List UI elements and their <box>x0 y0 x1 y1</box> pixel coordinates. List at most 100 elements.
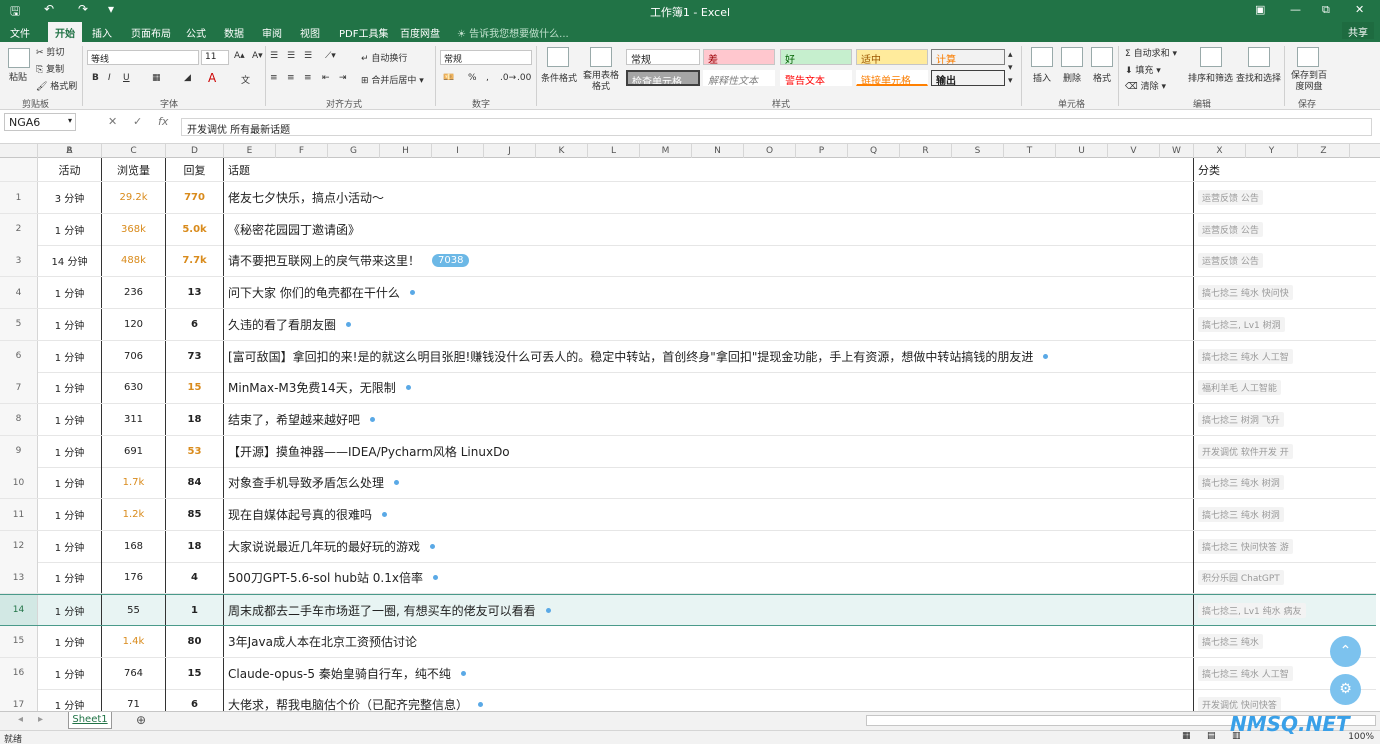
header-category[interactable]: 分类 <box>1194 158 1376 181</box>
increase-indent-icon[interactable]: ⇥ <box>339 73 347 83</box>
topic-cell[interactable]: 大家说说最近几年玩的最好玩的游戏 <box>224 530 1194 562</box>
zoom-level[interactable]: 100% <box>1348 732 1374 742</box>
column-header-o[interactable]: O <box>744 144 796 158</box>
table-row[interactable]: 21 分钟 368k 5.0k 《秘密花园园丁邀请函》 运营反馈 公告 <box>0 213 1376 246</box>
category-tags[interactable]: 开发调优 软件开发 开 <box>1198 443 1293 459</box>
enter-icon[interactable]: ✓ <box>133 115 142 128</box>
replies-cell[interactable]: 1 <box>166 595 224 626</box>
table-format-button[interactable]: 套用表格格式 <box>580 71 622 93</box>
category-cell[interactable]: 运营反馈 公告 <box>1194 214 1376 245</box>
share-button[interactable]: 共享 <box>1342 22 1374 39</box>
row-number[interactable]: 1 <box>0 182 38 213</box>
table-row[interactable]: 11 1 分钟 1.2k 85 现在自媒体起号真的很难吗 搞七捻三 纯水 树洞 <box>0 499 1376 531</box>
row-number[interactable]: 3 <box>0 245 38 277</box>
category-tags[interactable]: 搞七捻三 纯水 树洞 <box>1198 475 1284 491</box>
column-header-r[interactable]: R <box>900 144 952 158</box>
activity-cell[interactable]: 1 分钟 <box>38 340 102 372</box>
merge-center-button[interactable]: ⊞ 合并后居中 ▾ <box>361 73 424 86</box>
style-warning[interactable]: 警告文本 <box>780 70 852 86</box>
category-cell[interactable]: 搞七捻三, Lv1 纯水 病友 <box>1194 595 1376 625</box>
number-format-select[interactable]: 常规 <box>440 50 532 65</box>
align-left-icon[interactable]: ≡ <box>270 73 278 83</box>
topic-link[interactable]: 【开源】摸鱼神器——IDEA/Pycharm风格 LinuxDo <box>228 443 510 460</box>
topic-link[interactable]: 现在自媒体起号真的很难吗 <box>228 506 372 523</box>
delete-cells-icon[interactable] <box>1061 47 1083 67</box>
decrease-indent-icon[interactable]: ⇤ <box>322 73 330 83</box>
style-normal[interactable]: 常规 <box>626 49 700 65</box>
topic-cell[interactable]: 3年Java成人本在北京工资预估讨论 <box>224 625 1194 657</box>
views-cell[interactable]: 1.4k <box>102 625 166 657</box>
align-right-icon[interactable]: ≡ <box>304 73 312 83</box>
restore-icon[interactable]: ⧉ <box>1322 3 1330 17</box>
category-cell[interactable]: 福利羊毛 人工智能 <box>1194 372 1376 403</box>
topic-link[interactable]: 大家说说最近几年玩的最好玩的游戏 <box>228 538 420 555</box>
activity-cell[interactable]: 1 分钟 <box>38 530 102 562</box>
header-activity[interactable]: 活动 <box>38 158 102 181</box>
font-color-icon[interactable]: A <box>208 71 216 85</box>
table-row[interactable]: 13 1 分钟 176 4 500刀GPT-5.6-sol hub站 0.1x倍率 积分乐… <box>0 562 1376 595</box>
replies-cell[interactable]: 18 <box>166 403 224 435</box>
activity-cell[interactable]: 14 分钟 <box>38 245 102 277</box>
percent-icon[interactable]: % <box>468 73 477 83</box>
find-select-icon[interactable] <box>1248 47 1270 67</box>
insert-cells-icon[interactable] <box>1031 47 1053 67</box>
replies-cell[interactable]: 6 <box>166 308 224 340</box>
column-header-e[interactable]: E <box>224 144 276 158</box>
activity-cell[interactable]: 3 分钟 <box>38 182 102 213</box>
replies-cell[interactable]: 80 <box>166 625 224 657</box>
topic-cell[interactable]: 现在自媒体起号真的很难吗 <box>224 499 1194 530</box>
topic-link[interactable]: 久违的看了看朋友圈 <box>228 316 336 333</box>
row-number[interactable]: 5 <box>0 308 38 340</box>
column-header-t[interactable]: T <box>1004 144 1056 158</box>
sort-filter-button[interactable]: 排序和筛选 <box>1188 71 1233 84</box>
gear-icon[interactable]: ⚙ <box>1330 674 1361 705</box>
replies-cell[interactable]: 18 <box>166 530 224 562</box>
header-views[interactable]: 浏览量 <box>102 158 166 181</box>
topic-link[interactable]: Claude-opus-5 秦始皇骑自行车，纯不纯 <box>228 665 451 682</box>
header-topic[interactable]: 话题 <box>224 158 1194 181</box>
column-header-n[interactable]: N <box>692 144 744 158</box>
conditional-format-icon[interactable] <box>547 47 569 67</box>
name-box-dropdown-icon[interactable]: ▾ <box>68 116 72 125</box>
views-cell[interactable]: 368k <box>102 213 166 245</box>
table-row[interactable]: 17 1 分钟 71 6 大佬求，帮我电脑估个价（已配齐完整信息） 开发调优 快问快答 <box>0 689 1376 711</box>
style-output[interactable]: 输出 <box>931 70 1005 86</box>
style-calculation[interactable]: 计算 <box>931 49 1005 65</box>
formula-input[interactable]: 开发调优 所有最新话题 <box>181 118 1372 136</box>
column-header-q[interactable]: Q <box>848 144 900 158</box>
replies-cell[interactable]: 770 <box>166 182 224 213</box>
table-row[interactable]: 12 1 分钟 168 18 大家说说最近几年玩的最好玩的游戏 搞七捻三 快问快答 游 <box>0 530 1376 563</box>
replies-cell[interactable]: 15 <box>166 372 224 404</box>
topic-cell[interactable]: Claude-opus-5 秦始皇骑自行车，纯不纯 <box>224 657 1194 689</box>
format-cells-icon[interactable] <box>1091 47 1113 67</box>
topic-link[interactable]: 问下大家 你们的龟壳都在干什么 <box>228 284 400 301</box>
tab-page-layout[interactable]: 页面布局 <box>131 25 171 40</box>
column-header-f[interactable]: F <box>276 144 328 158</box>
increase-decimal-icon[interactable]: .0→ <box>500 73 516 83</box>
views-cell[interactable]: 706 <box>102 340 166 372</box>
column-header-b[interactable]: B <box>38 144 102 158</box>
topic-cell[interactable]: 对象查手机导致矛盾怎么处理 <box>224 467 1194 499</box>
phonetic-icon[interactable]: 文 <box>241 73 250 86</box>
tab-insert[interactable]: 插入 <box>92 25 112 40</box>
insert-function-icon[interactable]: fx <box>158 115 168 128</box>
replies-cell[interactable]: 4 <box>166 562 224 594</box>
column-header-x[interactable]: X <box>1194 144 1246 158</box>
tab-home[interactable]: 开始 <box>48 22 82 42</box>
topic-cell[interactable]: 大佬求，帮我电脑估个价（已配齐完整信息） <box>224 689 1194 711</box>
topic-link[interactable]: 周末成都去二手车市场逛了一圈, 有想买车的佬友可以看看 <box>228 602 536 619</box>
category-tags[interactable]: 运营反馈 公告 <box>1198 253 1263 269</box>
column-header-i[interactable]: I <box>432 144 484 158</box>
category-tags[interactable]: 搞七捻三 纯水 人工智 <box>1198 665 1293 681</box>
font-size-up-icon[interactable]: A▴ <box>234 51 245 61</box>
name-box[interactable]: NGA6 ▾ <box>4 113 76 131</box>
styles-more-icon[interactable]: ▾ <box>1008 76 1013 86</box>
fill-color-icon[interactable]: ◢ <box>184 73 191 83</box>
style-explanatory[interactable]: 解释性文本 <box>703 70 775 86</box>
activity-cell[interactable]: 1 分钟 <box>38 499 102 530</box>
topic-cell[interactable]: 《秘密花园园丁邀请函》 <box>224 213 1194 245</box>
cancel-icon[interactable]: ✕ <box>108 115 117 128</box>
copy-button[interactable]: ⎘ 复制 <box>36 62 64 75</box>
decrease-decimal-icon[interactable]: .00 <box>517 73 531 83</box>
category-tags[interactable]: 搞七捻三 纯水 快问快 <box>1198 285 1293 301</box>
